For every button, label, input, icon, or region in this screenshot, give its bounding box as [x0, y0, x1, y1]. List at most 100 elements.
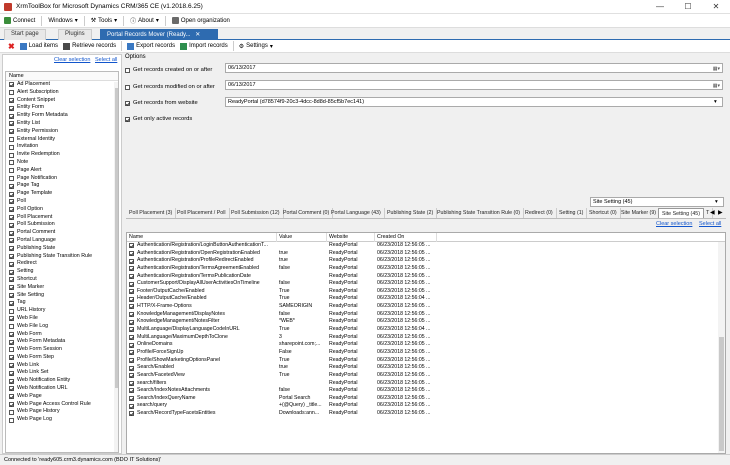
table-row[interactable]: Search/IndexQueryName Portal Search ReadyP… [127, 395, 725, 403]
row-checkbox[interactable] [129, 350, 134, 356]
website-option[interactable]: Get records from website [125, 100, 198, 106]
entity-checkbox[interactable] [9, 191, 14, 197]
tab-redirect[interactable]: Redirect (0) [522, 208, 557, 218]
list-header-name[interactable]: Name [6, 72, 118, 81]
close-icon[interactable]: ✕ [702, 0, 730, 14]
row-checkbox[interactable] [129, 281, 134, 287]
table-row[interactable]: Authentication/Registration/ProfileRedir… [127, 257, 725, 265]
created-checkbox[interactable] [125, 67, 130, 73]
entity-checkbox[interactable] [9, 308, 14, 314]
tab-shortcut[interactable]: Shortcut (0) [586, 208, 621, 218]
calendar-icon[interactable]: ▦▾ [706, 82, 720, 89]
row-checkbox[interactable] [129, 403, 134, 409]
row-checkbox[interactable] [129, 312, 134, 318]
tab-portal-comment[interactable]: Portal Comment (0) [280, 208, 334, 218]
windows-menu[interactable]: Windows ▾ [48, 17, 77, 25]
list-item[interactable]: Content Snippet [6, 97, 118, 105]
list-item[interactable]: Web Page Log [6, 416, 118, 424]
tab-start-page[interactable]: Start page [4, 29, 46, 40]
entity-checkbox[interactable] [9, 183, 14, 189]
entity-checkbox[interactable] [9, 386, 14, 392]
entity-checkbox[interactable] [9, 144, 14, 150]
tab-site-marker[interactable]: Site Marker (9) [618, 208, 661, 218]
modified-date-field[interactable]: 06/13/2017 ▦▾ [225, 80, 723, 90]
row-checkbox[interactable] [129, 243, 134, 249]
list-item[interactable]: Page Notification [6, 175, 118, 183]
list-item[interactable]: Poll Submission [6, 221, 118, 229]
list-item[interactable]: Poll Option [6, 206, 118, 214]
entity-checkbox[interactable] [9, 175, 14, 181]
row-checkbox[interactable] [129, 380, 134, 386]
tools-menu[interactable]: ⚒ Tools ▾ [91, 17, 117, 25]
row-checkbox[interactable] [129, 396, 134, 402]
website-checkbox[interactable] [125, 100, 130, 106]
table-row[interactable]: Authentication/Registration/TermsAgreeme… [127, 265, 725, 273]
close-tool-button[interactable]: ✖ [8, 42, 15, 51]
row-checkbox[interactable] [129, 266, 134, 272]
list-item[interactable]: Web File [6, 315, 118, 323]
chevron-right-icon[interactable]: ▶ [718, 209, 723, 216]
import-records-button[interactable]: Import records [180, 42, 228, 50]
grid-scrollbar[interactable] [718, 242, 725, 453]
website-select[interactable]: ReadyPortal (d78574f9-20c3-4dcc-8d8d-85c… [225, 97, 723, 107]
entity-checkbox[interactable] [9, 363, 14, 369]
load-items-button[interactable]: Load items [19, 42, 58, 50]
tab-publishing-state[interactable]: Publishing State (2) [384, 208, 438, 218]
active-checkbox[interactable] [125, 116, 130, 122]
entity-checkbox[interactable] [9, 160, 14, 166]
table-row[interactable]: MultiLanguage/DisplayLanguageCodeInURL Tr… [127, 326, 725, 334]
created-date-field[interactable]: 06/13/2017 ▦▾ [225, 63, 723, 73]
entity-checkbox[interactable] [9, 230, 14, 236]
row-checkbox[interactable] [129, 304, 134, 310]
entity-checkbox[interactable] [9, 316, 14, 322]
entity-checkbox[interactable] [9, 82, 14, 88]
entity-checkbox[interactable] [9, 324, 14, 330]
list-item[interactable]: Entity List [6, 120, 118, 128]
open-organization-button[interactable]: Open organization [171, 17, 230, 24]
settings-button[interactable]: ⚙ Settings ▾ [239, 43, 273, 50]
list-item[interactable]: Page Alert [6, 167, 118, 175]
list-item[interactable]: Portal Language [6, 237, 118, 245]
list-item[interactable]: Web Form Session [6, 346, 118, 354]
column-website[interactable]: Website [327, 233, 375, 242]
entity-checkbox[interactable] [9, 214, 14, 220]
table-row[interactable]: Profile/ShowMarketingOptionsPanel True Rea… [127, 357, 725, 365]
list-item[interactable]: Site Marker [6, 284, 118, 292]
list-item[interactable]: Web Page History [6, 408, 118, 416]
clear-selection-link[interactable]: Clear selection [54, 57, 90, 63]
table-row[interactable]: Search/RecordTypeFacetsEntities Downloads… [127, 410, 725, 418]
row-checkbox[interactable] [129, 388, 134, 394]
entity-checkbox[interactable] [9, 136, 14, 142]
row-checkbox[interactable] [129, 289, 134, 295]
table-row[interactable]: Profile/ForceSignUp False ReadyPortal 06/23… [127, 349, 725, 357]
retrieve-records-button[interactable]: Retrieve records [63, 42, 116, 50]
about-menu[interactable]: ⓘ About ▾ [130, 16, 159, 26]
entity-checkbox[interactable] [9, 370, 14, 376]
tab-poll-submission[interactable]: Poll Submission (12) [228, 208, 284, 218]
list-item[interactable]: Entity Form Metadata [6, 112, 118, 120]
list-item[interactable]: Invite Redemption [6, 151, 118, 159]
table-row[interactable]: MultiLanguage/MaximumDepthToClone 3 ReadyP… [127, 334, 725, 342]
entity-checkbox[interactable] [9, 277, 14, 283]
entity-checkbox[interactable] [9, 113, 14, 119]
list-item[interactable]: Entity Permission [6, 128, 118, 136]
table-row[interactable]: OnlineDomains sharepoint.com;... ReadyPort… [127, 341, 725, 349]
modified-option[interactable]: Get records modified on or after [125, 84, 215, 90]
entity-checkbox[interactable] [9, 339, 14, 345]
entity-checkbox[interactable] [9, 378, 14, 384]
grid-select-all-link[interactable]: Select all [699, 221, 721, 227]
entity-checkbox[interactable] [9, 246, 14, 252]
row-checkbox[interactable] [129, 250, 134, 256]
scrollbar-thumb[interactable] [115, 88, 118, 388]
table-row[interactable]: Authentication/Registration/LoginButtonA… [127, 242, 725, 250]
list-item[interactable]: Ad Placement [6, 81, 118, 89]
maximize-icon[interactable]: ☐ [674, 0, 702, 14]
entity-checkbox[interactable] [9, 238, 14, 244]
entity-checkbox[interactable] [9, 129, 14, 135]
entity-checkbox[interactable] [9, 409, 14, 415]
entity-checkbox[interactable] [9, 207, 14, 213]
row-checkbox[interactable] [129, 319, 134, 325]
table-row[interactable]: Authentication/Registration/OpenRegistra… [127, 250, 725, 258]
list-item[interactable]: Web Notification URL [6, 385, 118, 393]
list-item[interactable]: Publishing State [6, 245, 118, 253]
